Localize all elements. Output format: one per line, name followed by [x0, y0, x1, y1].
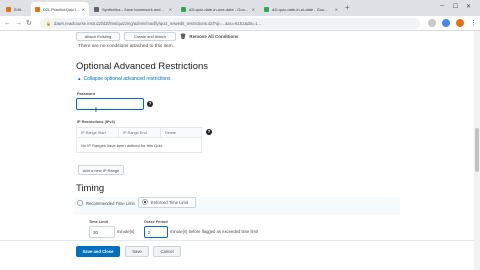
tab-title: Edit Quiz	[14, 6, 26, 12]
create-and-attach-label: Create and Attach	[133, 34, 167, 39]
collapse-restrictions-link[interactable]: ▴ Collapse optional advanced restriction…	[78, 76, 171, 82]
new-tab-icon[interactable]: +	[345, 3, 350, 13]
browser-tab-bar: Edit Quiz D2L PracticeQuiz Intro - ... ✕…	[0, 0, 480, 16]
attach-existing-label: Attach Existing	[84, 34, 112, 39]
timing-mode-panel	[74, 197, 400, 215]
url-text: dawn.readcourse.instr.d2l/d2l/lms/quizzi…	[53, 21, 262, 26]
page-content	[0, 31, 480, 270]
reload-icon[interactable]: ↻	[26, 19, 32, 28]
remove-all-conditions-label: Remove All Conditions	[189, 34, 239, 39]
save-label: Save	[132, 249, 142, 254]
add-ip-range-button[interactable]: Add a new IP Range	[78, 165, 124, 175]
profile-avatar[interactable]	[456, 19, 464, 27]
form-footer	[0, 240, 474, 270]
close-window-icon[interactable]: ✕	[466, 3, 471, 10]
time-limit-input[interactable]: 30	[89, 226, 115, 238]
ip-restrictions-label: IP Restrictions (IPv4)	[77, 120, 115, 124]
no-conditions-text: There are no conditions attached to this…	[78, 44, 174, 49]
extension-icon[interactable]	[442, 19, 450, 27]
time-limit-value: 30	[93, 229, 99, 235]
recommended-time-limit-radio[interactable]	[77, 200, 83, 206]
save-and-close-label: Save and Close	[82, 249, 114, 254]
create-and-attach-button[interactable]: Create and Attach	[124, 32, 176, 41]
enforced-time-limit-radio[interactable]	[142, 199, 148, 205]
attach-existing-button[interactable]: Attach Existing	[76, 32, 120, 41]
save-button[interactable]: Save	[125, 246, 149, 257]
tab-title: D2L PracticeQuiz Intro - ...	[43, 6, 82, 12]
close-tab-icon[interactable]: ✕	[82, 7, 85, 12]
close-tab-icon[interactable]: ✕	[252, 7, 255, 12]
save-and-close-button[interactable]: Save and Close	[76, 246, 120, 257]
ip-table-header: IP Range Start IP Range End Delete	[77, 128, 201, 138]
tab-favicon-icon	[94, 6, 99, 12]
enforced-time-limit-label: Enforced Time Limit	[151, 200, 189, 205]
tab-favicon-icon	[6, 6, 11, 12]
back-icon[interactable]: ←	[4, 19, 11, 28]
browser-tab-1[interactable]: Edit Quiz	[2, 2, 30, 16]
lock-icon: 🔒	[46, 21, 51, 26]
tab-title: Synthetics - Save homework and...	[102, 6, 164, 12]
ip-range-start-header: IP Range Start	[77, 128, 119, 137]
cancel-button[interactable]: Cancel	[153, 246, 181, 257]
text-cursor-icon: I	[95, 107, 97, 114]
chevron-up-icon: ▴	[78, 76, 81, 82]
close-tab-icon[interactable]: ✕	[335, 7, 338, 12]
collapse-restrictions-label: Collapse optional advanced restrictions	[83, 76, 171, 82]
tab-title: d2l-quiz-date-in-one-date - Goo...	[189, 6, 249, 12]
optional-restrictions-heading: Optional Advanced Restrictions	[76, 61, 209, 72]
tab-title: d2l-quiz-date-in-ul-date - Goo...	[272, 6, 328, 12]
ip-range-end-header: IP Range End	[119, 128, 161, 137]
time-limit-unit: minute(s)	[117, 229, 135, 234]
browser-tab-5[interactable]: d2l-quiz-date-in-ul-date - Goo... ✕	[260, 2, 342, 16]
ip-table-empty-row: No IP Ranges have been defined for this …	[81, 142, 164, 148]
password-help-icon[interactable]: ?	[147, 101, 153, 107]
browser-toolbar: ← → ↻ 🔒 dawn.readcourse.instr.d2l/d2l/lm…	[0, 16, 480, 31]
ip-help-icon[interactable]: ?	[206, 129, 212, 135]
menu-icon[interactable]: ⋮	[470, 19, 477, 28]
address-bar[interactable]: 🔒 dawn.readcourse.instr.d2l/d2l/lms/quiz…	[40, 18, 420, 29]
trash-icon: 🗑	[180, 33, 187, 40]
browser-tab-4[interactable]: d2l-quiz-date-in-one-date - Goo... ✕	[177, 2, 259, 16]
ip-restrictions-table: IP Range Start IP Range End Delete No IP…	[76, 127, 202, 153]
browser-tab-3[interactable]: Synthetics - Save homework and... ✕	[90, 2, 176, 16]
tab-favicon-icon	[35, 6, 40, 12]
timing-heading: Timing	[76, 183, 105, 194]
time-limit-label: Time Limit	[89, 220, 108, 224]
delete-header: Delete	[165, 130, 176, 135]
scrollbar-thumb[interactable]	[475, 128, 479, 172]
close-tab-icon[interactable]: ✕	[169, 7, 172, 12]
grace-period-label: Grace Period	[144, 220, 168, 224]
tab-favicon-icon	[264, 6, 269, 12]
remove-all-conditions-link[interactable]: 🗑 Remove All Conditions	[180, 32, 238, 41]
grace-period-suffix: minute(s) before flagged as exceeded tim…	[170, 229, 258, 234]
password-input[interactable]	[76, 98, 144, 110]
maximize-icon[interactable]: ☐	[453, 3, 458, 10]
grace-period-value: 2	[148, 229, 151, 235]
browser-tab-2[interactable]: D2L PracticeQuiz Intro - ... ✕	[31, 2, 89, 16]
add-ip-range-label: Add a new IP Range	[82, 167, 120, 173]
cancel-label: Cancel	[160, 249, 174, 254]
password-label: Password	[77, 92, 95, 96]
grace-period-input[interactable]: 2	[144, 226, 168, 238]
minimize-icon[interactable]: ─	[440, 3, 444, 9]
forward-icon[interactable]: →	[15, 19, 22, 28]
tab-favicon-icon	[181, 6, 186, 12]
bookmark-star-icon[interactable]	[428, 19, 436, 27]
recommended-time-limit-label: Recommended Time Limit	[86, 201, 135, 206]
